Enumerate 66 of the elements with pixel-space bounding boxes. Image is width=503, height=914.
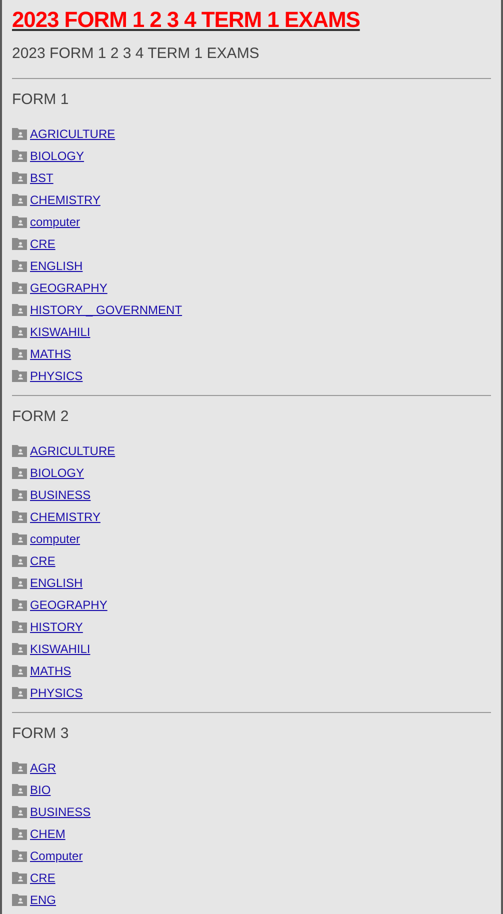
folder-user-icon xyxy=(12,621,27,633)
subject-link[interactable]: AGRICULTURE xyxy=(30,444,116,458)
folder-user-icon xyxy=(12,687,27,699)
folder-user-icon xyxy=(12,643,27,655)
folder-user-icon xyxy=(12,348,27,360)
subject-link[interactable]: CRE xyxy=(30,871,56,885)
subject-link[interactable]: CRE xyxy=(30,554,56,568)
folder-user-icon xyxy=(12,533,27,545)
folder-user-icon xyxy=(12,599,27,611)
subject-link[interactable]: PHYSICS xyxy=(30,369,83,383)
subject-link[interactable]: BST xyxy=(30,171,54,185)
subject-link[interactable]: AGR xyxy=(30,761,56,775)
subject-link[interactable]: HISTORY xyxy=(30,620,83,634)
subject-link[interactable]: BUSINESS xyxy=(30,488,91,502)
subject-link[interactable]: CHEMISTRY xyxy=(30,510,100,524)
subject-link[interactable]: CHEMISTRY xyxy=(30,193,100,207)
subject-link[interactable]: computer xyxy=(30,532,80,546)
subject-link[interactable]: ENGLISH xyxy=(30,259,83,273)
folder-user-icon xyxy=(12,260,27,272)
subject-link[interactable]: BIO xyxy=(30,783,51,797)
folder-user-icon xyxy=(12,555,27,567)
subject-link[interactable]: GEOGRAPHY xyxy=(30,281,108,295)
subject-link[interactable]: BUSINESS xyxy=(30,805,91,819)
subject-link[interactable]: MATHS xyxy=(30,664,72,678)
folder-user-icon xyxy=(12,850,27,862)
subject-link[interactable]: BIOLOGY xyxy=(30,466,84,480)
folder-user-icon xyxy=(12,370,27,382)
folder-user-icon xyxy=(12,172,27,184)
subject-link[interactable]: ENG xyxy=(30,893,56,907)
folder-user-icon xyxy=(12,784,27,796)
folder-user-icon xyxy=(12,326,27,338)
subject-link[interactable]: computer xyxy=(30,215,80,229)
folder-user-icon xyxy=(12,665,27,677)
folder-user-icon xyxy=(12,872,27,884)
page-subtitle: 2023 FORM 1 2 3 4 TERM 1 EXAMS xyxy=(12,44,260,64)
folder-user-icon xyxy=(12,467,27,479)
subject-link[interactable]: BIOLOGY xyxy=(30,149,84,163)
folder-user-icon xyxy=(12,806,27,818)
subject-link[interactable]: CHEM xyxy=(30,827,66,841)
section-heading: FORM 3 xyxy=(12,724,70,744)
folder-user-icon xyxy=(12,445,27,457)
folder-user-icon xyxy=(12,194,27,206)
folder-user-icon xyxy=(12,150,27,162)
section-heading: FORM 2 xyxy=(12,407,70,427)
subject-link[interactable]: KISWAHILI xyxy=(30,325,90,339)
subject-link[interactable]: AGRICULTURE xyxy=(30,127,116,141)
folder-user-icon xyxy=(12,894,27,906)
subject-link[interactable]: HISTORY _ GOVERNMENT xyxy=(30,303,182,317)
folder-user-icon xyxy=(12,304,27,316)
folder-user-icon xyxy=(12,762,27,774)
subject-link[interactable]: ENGLISH xyxy=(30,576,83,590)
folder-user-icon xyxy=(12,282,27,294)
subject-link[interactable]: CRE xyxy=(30,237,56,251)
subject-link[interactable]: GEOGRAPHY xyxy=(30,598,108,612)
folder-user-icon xyxy=(12,577,27,589)
subject-link[interactable]: KISWAHILI xyxy=(30,642,90,656)
folder-user-icon xyxy=(12,128,27,140)
folder-user-icon xyxy=(12,238,27,250)
folder-user-icon xyxy=(12,511,27,523)
subject-link[interactable]: Computer xyxy=(30,849,83,863)
subject-link[interactable]: PHYSICS xyxy=(30,686,83,700)
folder-user-icon xyxy=(12,828,27,840)
subject-link[interactable]: MATHS xyxy=(30,347,72,361)
folder-user-icon xyxy=(12,489,27,501)
section-heading: FORM 1 xyxy=(12,90,70,110)
folder-user-icon xyxy=(12,216,27,228)
